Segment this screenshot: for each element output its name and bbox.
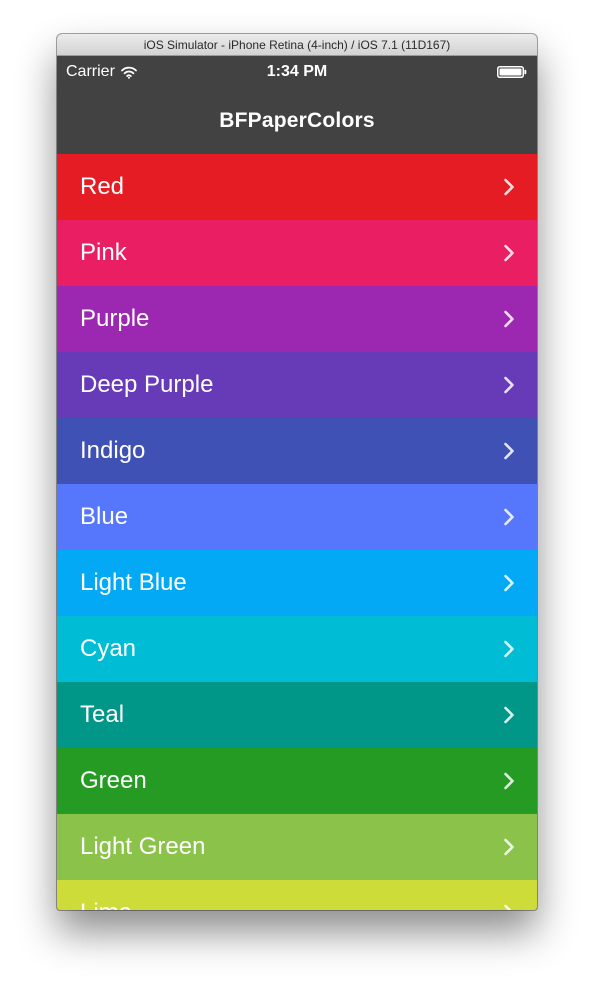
list-row-deep-purple[interactable]: Deep Purple [57,352,537,418]
list-row-teal[interactable]: Teal [57,682,537,748]
list-row-label: Red [80,173,125,200]
status-bar: Carrier 1:34 PM [57,56,537,88]
simulator-window: iOS Simulator - iPhone Retina (4-inch) /… [57,34,537,910]
list-row-blue[interactable]: Blue [57,484,537,550]
list-row-indigo[interactable]: Indigo [57,418,537,484]
battery-icon [497,66,527,78]
list-row-label: Purple [80,305,150,332]
phone-screen: Carrier 1:34 PM BFPaperColors Red Pink P… [57,56,537,910]
chevron-right-icon [504,442,514,460]
chevron-right-icon [504,310,514,328]
list-row-light-blue[interactable]: Light Blue [57,550,537,616]
list-row-label: Green [80,767,147,794]
list-row-label: Blue [80,503,129,530]
list-row-label: Lime [80,898,132,910]
chevron-right-icon [504,508,514,526]
chevron-right-icon [504,178,514,196]
list-row-label: Indigo [80,437,146,464]
chevron-right-icon [504,706,514,724]
list-row-purple[interactable]: Purple [57,286,537,352]
list-row-lime[interactable]: Lime [57,880,537,910]
list-row-green[interactable]: Green [57,748,537,814]
chevron-right-icon [504,640,514,658]
list-row-label: Light Green [80,833,206,860]
nav-title: BFPaperColors [219,109,375,132]
status-time: 1:34 PM [266,63,328,80]
chevron-right-icon [504,772,514,790]
chevron-right-icon [504,904,512,910]
list-row-pink[interactable]: Pink [57,220,537,286]
list-row-label: Light Blue [80,569,187,596]
list-row-red[interactable]: Red [57,154,537,220]
color-list: Red Pink Purple Deep Purple Indigo Blue Light … [57,154,537,910]
list-row-cyan[interactable]: Cyan [57,616,537,682]
list-row-label: Pink [80,239,127,266]
window-titlebar[interactable]: iOS Simulator - iPhone Retina (4-inch) /… [57,34,537,56]
list-row-label: Teal [80,701,125,728]
chevron-right-icon [504,376,514,394]
chevron-right-icon [504,838,514,856]
window-title: iOS Simulator - iPhone Retina (4-inch) /… [143,38,451,52]
chevron-right-icon [504,244,514,262]
list-row-light-green[interactable]: Light Green [57,814,537,880]
chevron-right-icon [504,574,514,592]
navigation-bar: Carrier 1:34 PM BFPaperColors [57,56,537,154]
list-row-label: Cyan [80,635,137,662]
list-row-label: Deep Purple [80,371,214,398]
